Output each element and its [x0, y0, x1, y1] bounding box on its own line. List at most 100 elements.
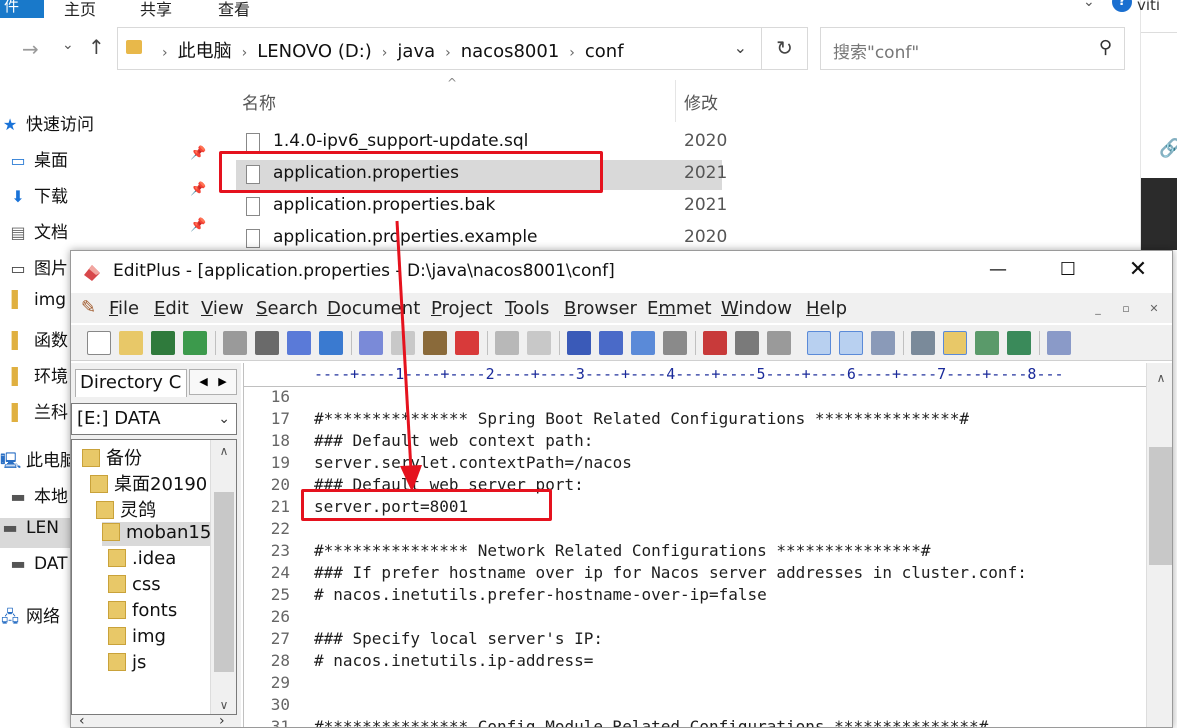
- column-header-name[interactable]: 名称: [242, 89, 276, 114]
- save-all-icon[interactable]: [183, 331, 207, 355]
- chevron-down-icon[interactable]: ⌄: [734, 38, 747, 57]
- breadcrumb-item[interactable]: conf: [585, 41, 624, 62]
- breadcrumb-item[interactable]: 此电脑: [178, 41, 232, 62]
- forward-icon[interactable]: →: [22, 37, 39, 61]
- breadcrumb-item[interactable]: nacos8001: [461, 41, 560, 62]
- font-icon[interactable]: [703, 331, 727, 355]
- word-wrap-icon[interactable]: [767, 331, 791, 355]
- column-divider[interactable]: [675, 80, 676, 122]
- html-toolbar-icon[interactable]: [735, 331, 759, 355]
- replace-icon[interactable]: [599, 331, 623, 355]
- menu-file[interactable]: File: [109, 298, 139, 319]
- cliptext-icon[interactable]: [911, 331, 935, 355]
- code-editor[interactable]: ----+----1----+----2----+----3----+----4…: [243, 363, 1172, 727]
- find-icon[interactable]: [567, 331, 591, 355]
- tree-item-selected[interactable]: moban15: [102, 522, 212, 546]
- tab-scroll-arrows[interactable]: ◀ ▶: [189, 369, 237, 395]
- editplus-title-bar[interactable]: EditPlus - [application.properties - D:\…: [71, 251, 1172, 291]
- print-icon[interactable]: [255, 331, 279, 355]
- drive-select[interactable]: [E:] DATA ⌄: [71, 403, 237, 435]
- scrollbar-thumb[interactable]: [1149, 447, 1172, 565]
- scrollbar-thumb[interactable]: [214, 492, 234, 672]
- menu-help[interactable]: Help: [806, 298, 847, 319]
- chevron-down-icon[interactable]: ⌄: [218, 404, 230, 434]
- tree-item[interactable]: .idea: [108, 548, 176, 572]
- full-screen-icon[interactable]: [1007, 331, 1031, 355]
- search-icon[interactable]: ⚲: [1099, 37, 1112, 58]
- maximize-button[interactable]: ☐: [1053, 259, 1083, 280]
- nav-item-data[interactable]: ▬ DAT: [8, 554, 67, 584]
- pin-icon[interactable]: 📌: [190, 182, 206, 197]
- nav-item-lenovo[interactable]: ▬ LEN: [0, 518, 72, 548]
- breadcrumb-item[interactable]: LENOVO (D:): [257, 41, 372, 62]
- menu-edit[interactable]: Edit: [154, 298, 189, 319]
- spellcheck-icon[interactable]: [287, 331, 311, 355]
- nav-item-local-disk[interactable]: ▬ 本地: [8, 482, 68, 512]
- output-window-icon[interactable]: [975, 331, 999, 355]
- mdi-minimize-icon[interactable]: _: [1089, 301, 1107, 317]
- chevron-up-icon[interactable]: ∧: [211, 444, 236, 458]
- menu-window[interactable]: Window: [721, 298, 792, 319]
- search-input[interactable]: 搜索"conf" ⚲: [820, 27, 1125, 70]
- copy-icon[interactable]: [391, 331, 415, 355]
- mdi-close-icon[interactable]: ✕: [1145, 301, 1163, 317]
- pin-icon[interactable]: 📌: [190, 218, 206, 233]
- directory-window-icon[interactable]: [943, 331, 967, 355]
- ruler-icon[interactable]: [839, 331, 863, 355]
- chevron-left-icon[interactable]: ‹: [79, 713, 85, 727]
- close-button[interactable]: ✕: [1123, 257, 1153, 282]
- menu-project[interactable]: Project: [431, 298, 493, 319]
- tree-item[interactable]: 灵鸽: [96, 496, 156, 521]
- tree-item[interactable]: 桌面20190: [90, 470, 207, 495]
- line-number-icon[interactable]: [807, 331, 831, 355]
- nav-item-desktop[interactable]: ▭ 桌面 📌: [8, 146, 206, 176]
- address-bar[interactable]: › 此电脑 › LENOVO (D:) › java › nacos8001 › conf ⌄: [117, 27, 762, 70]
- tree-item[interactable]: js: [108, 652, 146, 676]
- nav-item-functions[interactable]: ▌ 函数: [8, 326, 68, 356]
- undo-icon[interactable]: [495, 331, 519, 355]
- menu-search[interactable]: Search: [256, 298, 318, 319]
- menu-emmet[interactable]: Emmet: [647, 298, 712, 319]
- nav-item-downloads[interactable]: ⬇ 下载 📌: [8, 182, 206, 212]
- ribbon-tab-view[interactable]: 查看: [218, 0, 250, 20]
- nav-item-quick-access[interactable]: ★ 快速访问: [0, 110, 94, 140]
- refresh-button[interactable]: ↻: [762, 27, 808, 70]
- chevron-up-icon[interactable]: ∧: [1147, 371, 1172, 385]
- menu-document[interactable]: Document: [327, 298, 420, 319]
- minimize-button[interactable]: —: [983, 259, 1013, 280]
- menu-view[interactable]: View: [201, 298, 244, 319]
- browser-preview-icon[interactable]: [319, 331, 343, 355]
- up-icon[interactable]: ↑: [88, 35, 105, 59]
- ribbon-collapse-icon[interactable]: ⌄: [1083, 0, 1095, 10]
- save-icon[interactable]: [151, 331, 175, 355]
- redo-icon[interactable]: [527, 331, 551, 355]
- print-preview-icon[interactable]: [223, 331, 247, 355]
- nav-item-lanke[interactable]: ▌ 兰科: [8, 398, 68, 428]
- nav-item-env[interactable]: ▌ 环境: [8, 362, 68, 392]
- preferences-icon[interactable]: [871, 331, 895, 355]
- nav-item-documents[interactable]: ▤ 文档 📌: [8, 218, 206, 248]
- help-icon[interactable]: ?: [1112, 0, 1132, 12]
- nav-item-this-pc[interactable]: 🖳 此电脑: [0, 446, 77, 476]
- menu-tools[interactable]: Tools: [505, 298, 549, 319]
- tab-directory[interactable]: Directory C: [75, 369, 187, 397]
- ribbon-tab-share[interactable]: 共享: [140, 0, 172, 20]
- open-folder-icon[interactable]: [119, 331, 143, 355]
- tree-item[interactable]: css: [108, 574, 161, 598]
- chevron-down-icon[interactable]: ∨: [211, 698, 236, 712]
- ribbon-tab-home[interactable]: 主页: [64, 0, 96, 20]
- goto-line-icon[interactable]: [663, 331, 687, 355]
- mdi-restore-icon[interactable]: ▫: [1117, 301, 1135, 317]
- tree-horizontal-scrollbar[interactable]: ‹ ›: [71, 713, 237, 727]
- breadcrumb-item[interactable]: java: [397, 41, 435, 62]
- tree-item[interactable]: fonts: [108, 600, 177, 624]
- menu-browser[interactable]: Browser: [564, 298, 637, 319]
- cut-icon[interactable]: [359, 331, 383, 355]
- tree-item[interactable]: img: [108, 626, 166, 650]
- nav-item-network[interactable]: 🖧 网络: [0, 602, 60, 632]
- help-pointer-icon[interactable]: [1047, 331, 1071, 355]
- ribbon-tab-file[interactable]: 件: [0, 0, 44, 18]
- tree-item[interactable]: 备份: [82, 444, 142, 469]
- editor-scrollbar[interactable]: ∧: [1146, 363, 1172, 727]
- delete-icon[interactable]: [455, 331, 479, 355]
